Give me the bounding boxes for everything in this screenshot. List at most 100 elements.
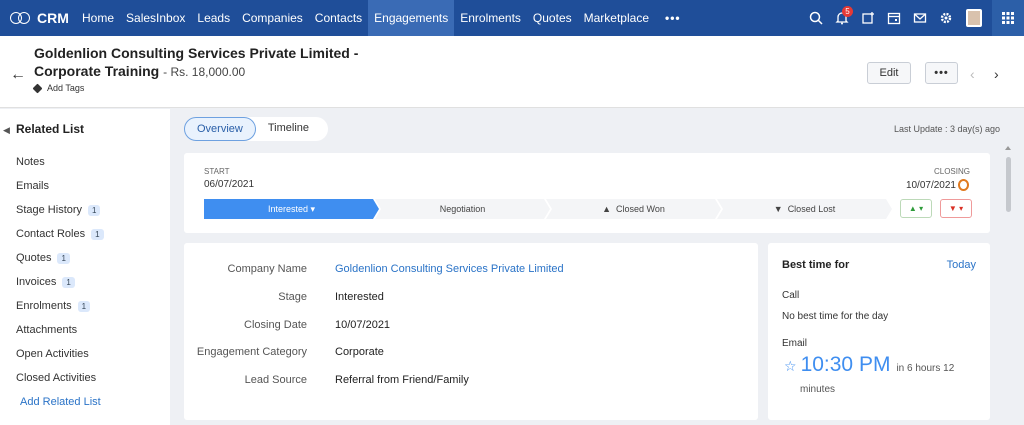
previous-record-icon[interactable]: ‹ bbox=[970, 66, 975, 82]
nav-leads[interactable]: Leads bbox=[191, 0, 236, 36]
edit-button[interactable]: Edit bbox=[867, 62, 911, 84]
related-item-stage-history[interactable]: Stage History 1 bbox=[16, 198, 104, 222]
field-value: 10/07/2021 bbox=[335, 319, 391, 331]
best-time-title: Best time for bbox=[782, 259, 850, 271]
module-nav: Home SalesInbox Leads Companies Contacts… bbox=[76, 0, 691, 36]
mark-lost-button[interactable]: ▼ ▾ bbox=[940, 199, 972, 218]
related-item-contact-roles[interactable]: Contact Roles 1 bbox=[16, 222, 104, 246]
related-item-label: Contact Roles bbox=[16, 228, 86, 240]
field-value: Interested bbox=[335, 291, 384, 303]
stage-label: Closed Lost bbox=[787, 204, 836, 214]
email-label: Email bbox=[782, 338, 808, 349]
top-nav-bar: CRM Home SalesInbox Leads Companies Cont… bbox=[0, 0, 1024, 36]
related-list-sidebar: ◀ Related List Notes Emails Stage Histor… bbox=[0, 109, 170, 425]
count-badge: 1 bbox=[88, 204, 101, 216]
tag-icon bbox=[32, 83, 43, 93]
email-time-relative: in 6 hours 12 bbox=[896, 363, 955, 374]
mail-icon[interactable] bbox=[908, 0, 932, 36]
related-item-invoices[interactable]: Invoices 1 bbox=[16, 270, 104, 294]
related-item-quotes[interactable]: Quotes 1 bbox=[16, 246, 104, 270]
apps-grid-icon[interactable] bbox=[992, 0, 1024, 36]
nav-contacts[interactable]: Contacts bbox=[309, 0, 368, 36]
record-title: Goldenlion Consulting Services Private L… bbox=[34, 44, 358, 81]
stage-label: Negotiation bbox=[439, 204, 486, 214]
nav-more-button[interactable]: ••• bbox=[655, 0, 691, 36]
crm-logo[interactable]: CRM bbox=[0, 10, 76, 26]
crm-logo-icon bbox=[10, 11, 32, 25]
related-item-emails[interactable]: Emails bbox=[16, 174, 104, 198]
stage-card: START 06/07/2021 CLOSING 10/07/2021 Inte… bbox=[184, 153, 990, 233]
related-item-label: Quotes bbox=[16, 252, 52, 264]
nav-quotes[interactable]: Quotes bbox=[527, 0, 578, 36]
related-item-label: Notes bbox=[16, 156, 45, 168]
search-icon[interactable] bbox=[804, 0, 828, 36]
related-item-notes[interactable]: Notes bbox=[16, 150, 104, 174]
record-title-line1: Goldenlion Consulting Services Private L… bbox=[34, 45, 359, 61]
view-tabs: Overview Timeline bbox=[184, 117, 328, 141]
stage-closed-won[interactable]: ▲ Closed Won bbox=[546, 199, 721, 219]
call-best-time: No best time for the day bbox=[782, 311, 889, 322]
bell-icon[interactable]: 5 bbox=[830, 0, 854, 36]
related-item-open-activities[interactable]: Open Activities bbox=[16, 342, 104, 366]
field-label: Engagement Category bbox=[196, 346, 307, 358]
gear-icon[interactable] bbox=[934, 0, 958, 36]
related-list-title: Related List bbox=[16, 122, 85, 136]
nav-salesinbox[interactable]: SalesInbox bbox=[120, 0, 191, 36]
collapse-sidebar-icon[interactable]: ◀ bbox=[3, 125, 10, 136]
last-update-text: Last Update : 3 day(s) ago bbox=[893, 124, 1000, 134]
tab-timeline[interactable]: Timeline bbox=[256, 117, 321, 141]
new-record-icon[interactable] bbox=[856, 0, 880, 36]
stage-interested[interactable]: Interested ▾ bbox=[204, 199, 379, 219]
tab-overview[interactable]: Overview bbox=[184, 117, 256, 141]
related-item-label: Emails bbox=[16, 180, 50, 192]
stage-negotiation[interactable]: Negotiation bbox=[375, 199, 550, 219]
scrollbar-thumb[interactable] bbox=[1006, 157, 1011, 212]
related-item-label: Attachments bbox=[16, 324, 78, 336]
field-label: Lead Source bbox=[244, 374, 307, 386]
mark-won-button[interactable]: ▲ ▾ bbox=[900, 199, 932, 218]
field-label: Stage bbox=[278, 291, 307, 303]
nav-home[interactable]: Home bbox=[76, 0, 120, 36]
nav-companies[interactable]: Companies bbox=[236, 0, 309, 36]
related-item-attachments[interactable]: Attachments bbox=[16, 318, 104, 342]
user-avatar[interactable] bbox=[966, 9, 982, 27]
related-item-closed-activities[interactable]: Closed Activities bbox=[16, 366, 104, 390]
stage-pipeline: Interested ▾ Negotiation ▲ Closed Won ▼ Cl… bbox=[204, 199, 888, 219]
nav-marketplace[interactable]: Marketplace bbox=[578, 0, 655, 36]
related-item-enrolments[interactable]: Enrolments 1 bbox=[16, 294, 104, 318]
related-item-label: Invoices bbox=[16, 276, 57, 288]
field-row: Company Name Goldenlion Consulting Servi… bbox=[184, 259, 758, 279]
start-label: START bbox=[204, 167, 230, 176]
thumbs-down-icon: ▼ bbox=[773, 204, 783, 214]
nav-engagements[interactable]: Engagements bbox=[368, 0, 455, 36]
record-amount: - Rs. 18,000.00 bbox=[163, 65, 246, 79]
stage-closed-lost[interactable]: ▼ Closed Lost bbox=[717, 199, 892, 219]
thumbs-up-icon: ▲ ▾ bbox=[908, 204, 924, 213]
related-item-label: Stage History bbox=[16, 204, 83, 216]
start-date: 06/07/2021 bbox=[204, 179, 255, 190]
today-dropdown[interactable]: Today bbox=[947, 259, 976, 271]
company-name-link[interactable]: Goldenlion Consulting Services Private L… bbox=[335, 263, 564, 275]
nav-enrolments[interactable]: Enrolments bbox=[454, 0, 527, 36]
best-time-card: Best time for Today Call No best time fo… bbox=[768, 243, 990, 420]
brand-name: CRM bbox=[37, 10, 69, 26]
email-time-minutes: minutes bbox=[800, 384, 836, 395]
calendar-icon[interactable] bbox=[882, 0, 906, 36]
notification-badge: 5 bbox=[842, 6, 853, 17]
call-label: Call bbox=[782, 290, 800, 301]
stage-label: Closed Won bbox=[616, 204, 665, 214]
related-item-label: Open Activities bbox=[16, 348, 89, 360]
stage-label: Interested ▾ bbox=[267, 203, 316, 214]
add-related-list-link[interactable]: Add Related List bbox=[16, 390, 104, 414]
field-row: Stage Interested bbox=[184, 287, 758, 307]
field-row: Closing Date 10/07/2021 bbox=[184, 315, 758, 335]
add-tags-link[interactable]: Add Tags bbox=[32, 83, 85, 93]
back-arrow-icon[interactable]: ← bbox=[10, 66, 26, 84]
more-actions-button[interactable]: ••• bbox=[925, 62, 958, 84]
add-tags-label: Add Tags bbox=[47, 83, 85, 93]
scroll-up-arrow[interactable] bbox=[1005, 146, 1011, 150]
related-item-label: Enrolments bbox=[16, 300, 72, 312]
next-record-icon[interactable]: › bbox=[994, 66, 999, 82]
field-label: Company Name bbox=[227, 263, 307, 275]
stopwatch-icon bbox=[958, 179, 969, 191]
